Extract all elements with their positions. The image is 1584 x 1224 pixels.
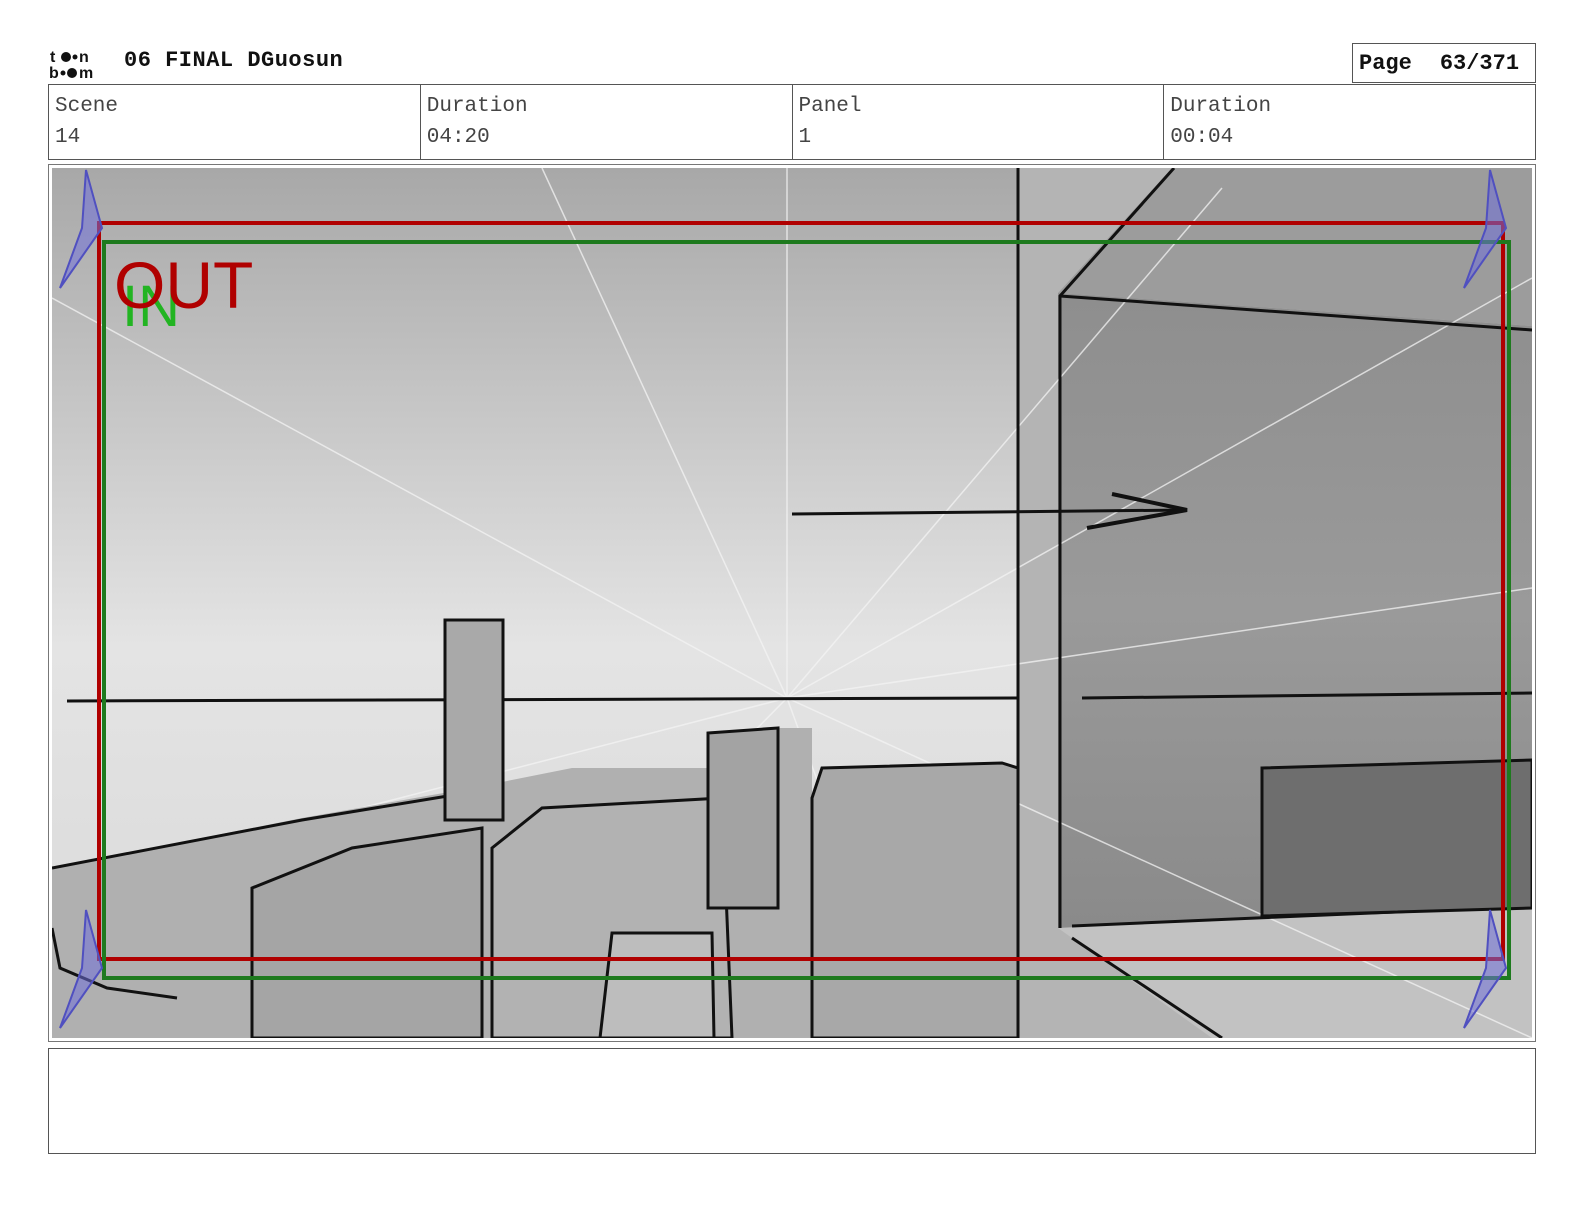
frame-out-label: OUT (114, 248, 253, 322)
building-tall-mid (706, 726, 780, 910)
scene-cell: Scene 14 (49, 85, 421, 159)
scene-duration-value: 04:20 (426, 126, 490, 149)
panel-duration-label: Duration (1170, 95, 1272, 118)
scene-info-table: Scene 14 Duration 04:20 Panel 1 Duration… (48, 84, 1536, 160)
building-right-low (810, 761, 1020, 1038)
svg-text:m: m (79, 65, 93, 81)
tower (443, 618, 505, 822)
svg-text:n: n (79, 49, 89, 66)
page-label: Page (1359, 50, 1412, 76)
scene-label: Scene (55, 95, 119, 118)
panel-cell: Panel 1 (793, 85, 1165, 159)
panel-value: 1 (798, 126, 812, 149)
document-title: 06 FINAL DGuosun (124, 48, 344, 73)
panel-label: Panel (798, 95, 862, 118)
svg-text:t: t (50, 49, 56, 66)
page-number: 63/371 (1439, 50, 1520, 76)
page-indicator: Page 63/371 (1352, 43, 1536, 83)
panel-notes (48, 1048, 1536, 1154)
scene-duration-label: Duration (426, 95, 528, 118)
scene-value: 14 (55, 126, 81, 149)
panel-duration-value: 00:04 (1170, 126, 1234, 149)
svg-text:b: b (49, 65, 59, 81)
panel-drawing: IN OUT (52, 168, 1532, 1038)
toon-boom-logo: t n b m (49, 49, 93, 81)
scene-duration-cell: Duration 04:20 (421, 85, 793, 159)
storyboard-panel: IN OUT (48, 164, 1536, 1042)
panel-duration-cell: Duration 00:04 (1164, 85, 1535, 159)
right-building-shape (1260, 758, 1532, 918)
building-front (598, 931, 716, 1038)
